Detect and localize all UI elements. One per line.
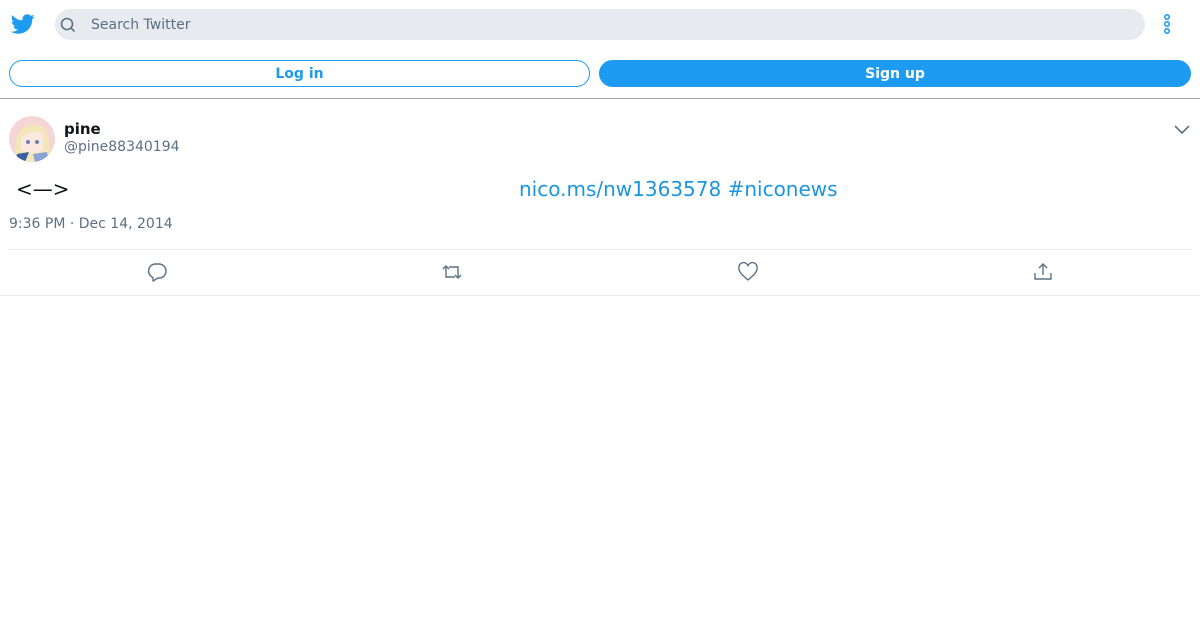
tweet-text: <—>: [16, 177, 70, 201]
hashtag-link[interactable]: #niconews: [728, 177, 838, 201]
share-icon[interactable]: [1032, 261, 1054, 283]
tweet-link[interactable]: nico.ms/nw1363578: [519, 177, 721, 201]
like-icon[interactable]: [737, 261, 759, 283]
search-icon: [60, 17, 75, 32]
avatar[interactable]: [9, 116, 55, 162]
author-handle[interactable]: @pine88340194: [64, 139, 180, 155]
top-bar: [0, 0, 1200, 48]
actions-divider: [9, 249, 1191, 250]
signup-button[interactable]: Sign up: [599, 60, 1191, 87]
search-input[interactable]: [91, 9, 1131, 40]
tweet-links: nico.ms/nw1363578 #niconews: [519, 177, 838, 201]
search-box[interactable]: [55, 9, 1145, 40]
chevron-down-icon[interactable]: [1173, 122, 1191, 136]
retweet-icon[interactable]: [441, 261, 463, 283]
login-button[interactable]: Log in: [9, 60, 590, 87]
twitter-bird-icon[interactable]: [11, 12, 35, 36]
reply-icon[interactable]: [146, 261, 168, 283]
tweet-card: pine @pine88340194 <—> nico.ms/nw1363578…: [0, 99, 1200, 296]
tweet-timestamp[interactable]: 9:36 PM · Dec 14, 2014: [9, 216, 173, 232]
author-name[interactable]: pine: [64, 120, 101, 138]
more-vertical-icon[interactable]: [1157, 12, 1177, 36]
